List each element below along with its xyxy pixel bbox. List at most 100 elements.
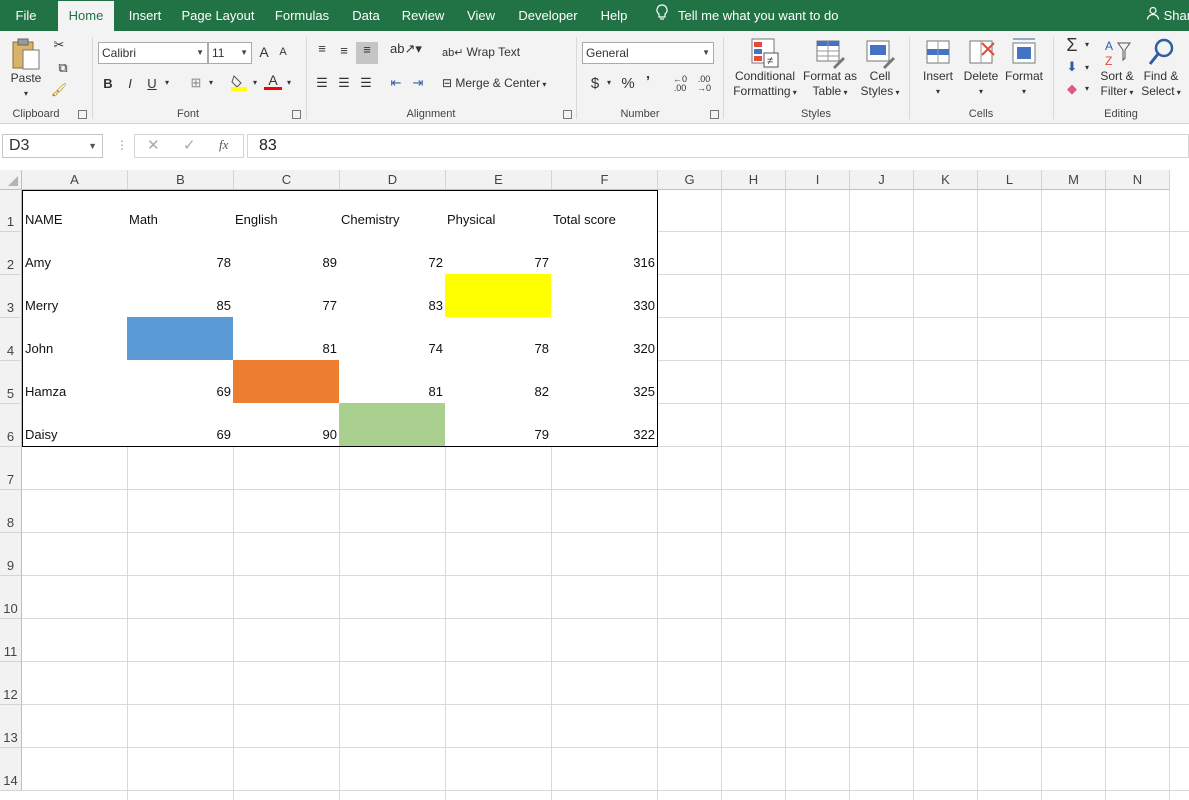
number-format-combo[interactable]: General ▼ [582,42,714,64]
align-center-icon[interactable]: ☰ [336,75,352,91]
alignment-launcher-icon[interactable] [563,110,572,119]
row-header[interactable]: 7 [0,447,22,490]
column-header[interactable]: A [22,170,128,190]
tab-view[interactable]: View [462,0,500,31]
row-header[interactable]: 9 [0,533,22,576]
score-cell[interactable]: 81 [233,317,340,361]
format-painter-icon[interactable]: 🖌 [50,82,68,98]
grow-font-button[interactable]: A [256,44,272,60]
chevron-down-icon[interactable]: ▾ [604,78,614,87]
column-header[interactable]: G [658,170,722,190]
paste-button[interactable]: Paste ▾ [6,37,46,101]
shrink-font-button[interactable]: A [276,46,290,58]
score-cell[interactable]: 78 [445,317,552,361]
score-cell[interactable]: 81 [339,360,446,404]
chevron-down-icon[interactable]: ▾ [250,78,260,87]
increase-indent-icon[interactable]: ⇥ [410,75,426,91]
chevron-down-icon[interactable]: ▾ [1082,63,1092,72]
sort-filter-button[interactable]: AZ Sort & Filter ▾ [1096,37,1138,100]
share-button[interactable]: Share [1146,0,1189,31]
table-header-cell[interactable]: Total score [551,190,658,232]
score-cell[interactable] [339,403,446,447]
row-header[interactable]: 2 [0,232,22,275]
formula-input[interactable]: 83 [247,134,1189,158]
score-cell[interactable]: 79 [445,403,552,447]
align-middle-icon[interactable]: ≡ [336,43,352,58]
font-size-combo[interactable]: 11 ▼ [208,42,252,64]
table-header-cell[interactable]: Physical [445,190,552,232]
number-launcher-icon[interactable] [710,110,719,119]
fill-icon[interactable]: ⬇ [1062,59,1082,75]
row-header[interactable]: 5 [0,361,22,404]
chevron-down-icon[interactable]: ▾ [284,78,294,87]
align-top-icon[interactable]: ≡ [314,41,330,56]
name-box[interactable]: D3 ▼ [2,134,103,158]
insert-cells-button[interactable]: Insert ▾ [918,37,958,99]
name-cell[interactable]: John [22,317,128,361]
fill-color-icon[interactable] [230,73,248,94]
align-right-icon[interactable]: ☰ [358,75,374,91]
increase-decimal-icon[interactable]: ←0.00 [670,75,690,93]
tab-page-layout[interactable]: Page Layout [180,0,256,31]
column-header[interactable]: E [446,170,552,190]
delete-cells-button[interactable]: Delete ▾ [960,37,1002,99]
align-left-icon[interactable]: ☰ [314,75,330,91]
enter-icon[interactable]: ✓ [183,136,196,154]
score-cell[interactable] [127,317,234,361]
currency-button[interactable]: $ [588,75,602,92]
name-cell[interactable]: Amy [22,231,128,275]
column-header[interactable]: N [1106,170,1170,190]
table-header-cell[interactable]: Math [127,190,234,232]
bold-button[interactable]: B [100,76,116,91]
row-header[interactable]: 14 [0,748,22,791]
row-header[interactable]: 12 [0,662,22,705]
column-header[interactable]: D [340,170,446,190]
formula-bar-grip[interactable]: ⋮ [116,138,128,152]
tell-me-search[interactable]: Tell me what you want to do [654,0,838,31]
name-cell[interactable]: Daisy [22,403,128,447]
row-header[interactable]: 13 [0,705,22,748]
underline-button[interactable]: U [144,76,160,91]
tab-review[interactable]: Review [398,0,448,31]
score-cell[interactable]: 77 [233,274,340,318]
align-bottom-icon[interactable]: ≡ [356,42,378,64]
column-header[interactable]: L [978,170,1042,190]
tab-file[interactable]: File [6,0,46,31]
score-cell[interactable]: 82 [445,360,552,404]
name-cell[interactable]: Merry [22,274,128,318]
column-header[interactable]: C [234,170,340,190]
score-cell[interactable]: 77 [445,231,552,275]
insert-function-icon[interactable]: fx [219,137,228,153]
score-cell[interactable]: 83 [339,274,446,318]
column-header[interactable]: K [914,170,978,190]
column-header[interactable]: M [1042,170,1106,190]
row-header[interactable]: 3 [0,275,22,318]
column-header[interactable]: B [128,170,234,190]
row-header[interactable]: 10 [0,576,22,619]
table-header-cell[interactable]: Chemistry [339,190,446,232]
score-cell[interactable]: 74 [339,317,446,361]
percent-button[interactable]: % [620,75,636,92]
chevron-down-icon[interactable]: ▾ [1082,40,1092,49]
column-header[interactable]: I [786,170,850,190]
score-cell[interactable]: 316 [551,231,658,275]
table-header-cell[interactable]: English [233,190,340,232]
score-cell[interactable]: 72 [339,231,446,275]
score-cell[interactable] [445,274,552,318]
score-cell[interactable]: 89 [233,231,340,275]
italic-button[interactable]: I [122,76,138,91]
orientation-icon[interactable]: ab↗▾ [390,41,422,57]
score-cell[interactable]: 85 [127,274,234,318]
select-all-button[interactable] [0,170,22,190]
score-cell[interactable]: 320 [551,317,658,361]
tab-data[interactable]: Data [347,0,385,31]
autosum-icon[interactable]: Σ [1062,35,1082,56]
score-cell[interactable]: 90 [233,403,340,447]
chevron-down-icon[interactable]: ▾ [206,78,216,87]
column-header[interactable]: J [850,170,914,190]
score-cell[interactable]: 78 [127,231,234,275]
score-cell[interactable]: 69 [127,360,234,404]
wrap-text-button[interactable]: ab↵ Wrap Text [442,45,522,61]
font-name-combo[interactable]: Calibri ▼ [98,42,208,64]
format-as-table-button[interactable]: Format as Table ▾ [802,37,858,100]
